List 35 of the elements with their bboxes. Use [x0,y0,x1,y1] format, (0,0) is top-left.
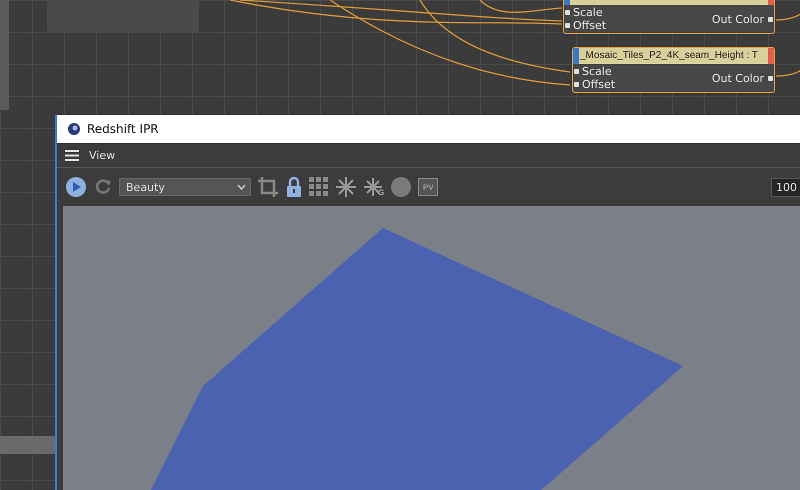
port-label: Scale [582,65,612,78]
crop-icon[interactable] [257,176,279,198]
panel-bar [0,436,55,454]
menu-item[interactable]: View [89,148,116,162]
port-icon[interactable] [768,16,773,22]
window-title: Redshift IPR [87,122,159,136]
port-label: Out Color [712,12,764,26]
menu-icon[interactable] [65,150,79,160]
port-label: Offset [582,78,616,91]
shader-node[interactable]: _Mosaic_Tiles_P2_4K_seam_Height : T Scale Offset Out Color [572,47,775,93]
scroll-bar[interactable] [0,0,9,110]
caret-icon [237,184,246,190]
play-button[interactable] [65,176,87,198]
node-wire [776,70,800,77]
port-icon[interactable] [574,82,579,87]
shader-node[interactable]: Scale Offset Out Color [563,0,775,34]
node-wire [776,14,800,21]
snowflake-icon[interactable] [335,176,357,198]
node-color-tab [573,48,579,64]
port-icon[interactable] [565,23,570,28]
record-icon[interactable] [390,176,412,198]
port-label: Out Color [712,72,764,84]
refresh-icon[interactable] [93,177,113,197]
grid-icon[interactable] [309,177,329,197]
port-icon[interactable] [768,76,773,80]
port-label: Scale [573,6,603,19]
port-icon[interactable] [574,69,579,74]
app-logo-icon [67,122,81,136]
aov-dropdown[interactable]: Beauty [119,178,251,196]
port-icon[interactable] [565,10,570,15]
node-color-tab [768,48,774,64]
node-title: _Mosaic_Tiles_P2_4K_seam_Height : T [579,49,759,63]
zoom-field[interactable]: 100 [771,178,800,196]
lock-icon[interactable] [285,176,303,198]
port-label: Offset [573,19,606,32]
